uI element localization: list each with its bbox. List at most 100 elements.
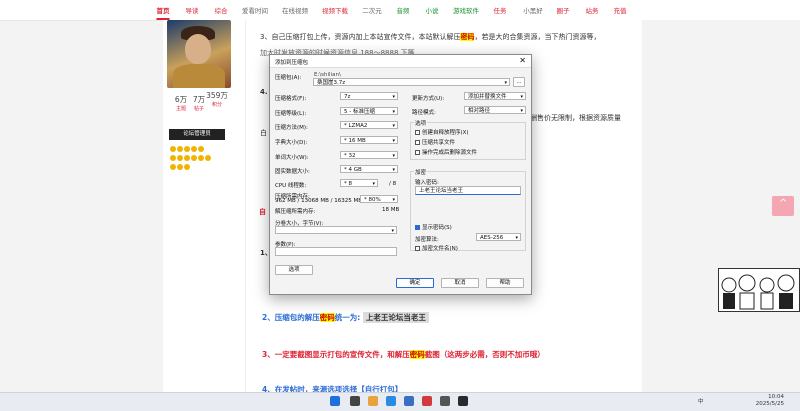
word-select[interactable]: * 32 ▾ xyxy=(340,151,398,159)
app-icon[interactable] xyxy=(404,396,414,406)
enc-method-value: AES-256 xyxy=(480,235,504,241)
start-icon[interactable] xyxy=(330,396,340,406)
nav-item[interactable]: 小黑好 xyxy=(523,5,543,15)
nav-item[interactable]: 任务 xyxy=(494,5,507,15)
medal-icon xyxy=(191,146,197,152)
stat-credits[interactable]: 359万 积分 xyxy=(205,90,229,108)
encrypt-names-checkbox[interactable]: 加密文件名(N) xyxy=(415,244,458,252)
shared-checkbox[interactable]: 压缩共享文件 xyxy=(415,138,455,146)
nav-item[interactable]: 首页 xyxy=(156,5,170,20)
cpu-label: CPU 线程数: xyxy=(275,183,307,189)
step-2-text: 2、压缩包的解压 xyxy=(262,313,320,322)
archive-app-icon[interactable] xyxy=(458,396,468,406)
app-icon[interactable] xyxy=(422,396,432,406)
nav-item[interactable]: 音频 xyxy=(397,5,410,15)
sfx-label: 创建自释放程序(X) xyxy=(422,130,469,136)
file-explorer-icon[interactable] xyxy=(368,396,378,406)
decomp-label: 解压缩所需内存: xyxy=(275,209,316,215)
step-3-password-highlight: 密码 xyxy=(409,350,425,359)
enc-method-select[interactable]: AES-256 ▾ xyxy=(476,233,521,241)
chevron-down-icon[interactable]: ▾ xyxy=(504,79,507,85)
medal-icon xyxy=(170,146,176,152)
nav-item[interactable]: 二次元 xyxy=(362,5,382,15)
archive-name-value: 桑国崖3.7z xyxy=(317,80,346,86)
level-select[interactable]: 5 - 标准压缩 ▾ xyxy=(340,107,398,115)
nav-item[interactable]: 圈子 xyxy=(557,5,570,15)
rule-red-marker: 自 xyxy=(259,208,266,216)
chevron-down-icon: ▾ xyxy=(392,197,395,203)
chevron-down-icon: ▾ xyxy=(392,94,395,100)
rule-3-text-tail: ，若是大的合集资源，当下热门资源等， xyxy=(474,33,601,41)
format-label: 压缩格式(F): xyxy=(275,96,307,102)
show-password-checkbox[interactable]: 显示密码(S) xyxy=(415,223,452,231)
dialog-titlebar[interactable]: 添加到压缩包 ✕ xyxy=(270,55,531,68)
checkbox-box[interactable] xyxy=(415,246,420,251)
sfx-checkbox[interactable]: 创建自释放程序(X) xyxy=(415,128,469,136)
avatar-armor xyxy=(173,64,225,88)
nav-item[interactable]: 视频下载 xyxy=(322,5,348,15)
nav-item[interactable]: 爱看时间 xyxy=(242,5,268,15)
back-to-top-button[interactable] xyxy=(772,196,794,216)
cpu-max: / 8 xyxy=(389,181,397,187)
app-icon[interactable] xyxy=(440,396,450,406)
nav-item[interactable]: 游戏软件 xyxy=(453,5,479,15)
ime-indicator[interactable]: 中 xyxy=(698,397,704,405)
chevron-down-icon: ▾ xyxy=(392,153,395,159)
nav-item[interactable]: 在线视频 xyxy=(282,5,308,15)
rule-4-number: 4. xyxy=(260,88,268,96)
step-2-password-value[interactable]: 上老王论坛当老王 xyxy=(362,312,429,323)
nav-item[interactable]: 小说 xyxy=(426,5,439,15)
clock-time[interactable]: 10:04 xyxy=(748,394,784,400)
chevron-down-icon: ▾ xyxy=(520,108,523,114)
dict-select[interactable]: * 16 MB ▾ xyxy=(340,136,398,144)
step-2-password-highlight: 密码 xyxy=(319,313,335,322)
browse-button[interactable]: ... xyxy=(513,77,525,87)
medal-icon xyxy=(205,155,211,161)
checkbox-box[interactable] xyxy=(415,140,420,145)
method-select[interactable]: * LZMA2 ▾ xyxy=(340,121,398,129)
method-label: 压缩方法(M): xyxy=(275,125,308,131)
medal-icon xyxy=(177,155,183,161)
update-select[interactable]: 添加并替换文件 ▾ xyxy=(464,92,526,100)
close-icon[interactable]: ✕ xyxy=(519,56,526,65)
archive-name-combo[interactable]: 桑国崖3.7z ▾ xyxy=(313,78,510,86)
chevron-down-icon: ▾ xyxy=(372,181,375,187)
format-select[interactable]: 7z ▾ xyxy=(340,92,398,100)
path-label: 路径模式: xyxy=(412,110,436,116)
checkbox-box[interactable] xyxy=(415,130,420,135)
edge-icon[interactable] xyxy=(386,396,396,406)
stat-credits-num: 359万 xyxy=(206,91,228,100)
split-combo[interactable]: ▾ xyxy=(275,226,397,234)
chevron-down-icon: ▾ xyxy=(392,123,395,129)
clock-date[interactable]: 2025/5/25 xyxy=(748,401,784,407)
delete-checkbox[interactable]: 操作完成后删除源文件 xyxy=(415,148,477,156)
enc-method-label: 加密算法: xyxy=(415,237,439,243)
medal-icon xyxy=(184,146,190,152)
params-input[interactable] xyxy=(275,247,397,256)
checkbox-box-checked[interactable] xyxy=(415,225,420,230)
options-group-title: 选项 xyxy=(414,119,428,127)
avatar-face xyxy=(185,34,211,64)
stat-credits-label: 积分 xyxy=(211,102,222,108)
options-button[interactable]: 选项 xyxy=(275,265,313,275)
nav-item[interactable]: 充值 xyxy=(614,5,627,15)
password-input[interactable]: 上老王论坛当老王 xyxy=(415,186,521,195)
mem-select[interactable]: * 80% ▾ xyxy=(360,195,398,203)
search-icon[interactable] xyxy=(350,396,360,406)
ok-button[interactable]: 确定 xyxy=(396,278,434,288)
encrypt-names-label: 加密文件名(N) xyxy=(422,246,458,252)
help-button[interactable]: 帮助 xyxy=(486,278,524,288)
avatar[interactable] xyxy=(167,20,231,88)
nav-item[interactable]: 站务 xyxy=(586,5,599,15)
checkbox-box[interactable] xyxy=(415,150,420,155)
medal-icon xyxy=(198,155,204,161)
nav-item[interactable]: 导读 xyxy=(186,5,199,15)
cpu-select[interactable]: * 8 ▾ xyxy=(340,179,378,187)
add-to-archive-dialog: 添加到压缩包 ✕ 压缩包(A): E:\shilian\ 桑国崖3.7z ▾ ..… xyxy=(269,54,532,295)
path-select[interactable]: 相对路径 ▾ xyxy=(464,106,526,114)
solid-select[interactable]: * 4 GB ▾ xyxy=(340,165,398,173)
cpu-value: * 8 xyxy=(344,181,352,187)
chevron-down-icon: ▾ xyxy=(391,228,394,234)
nav-item[interactable]: 综合 xyxy=(215,5,228,15)
cancel-button[interactable]: 取消 xyxy=(441,278,479,288)
